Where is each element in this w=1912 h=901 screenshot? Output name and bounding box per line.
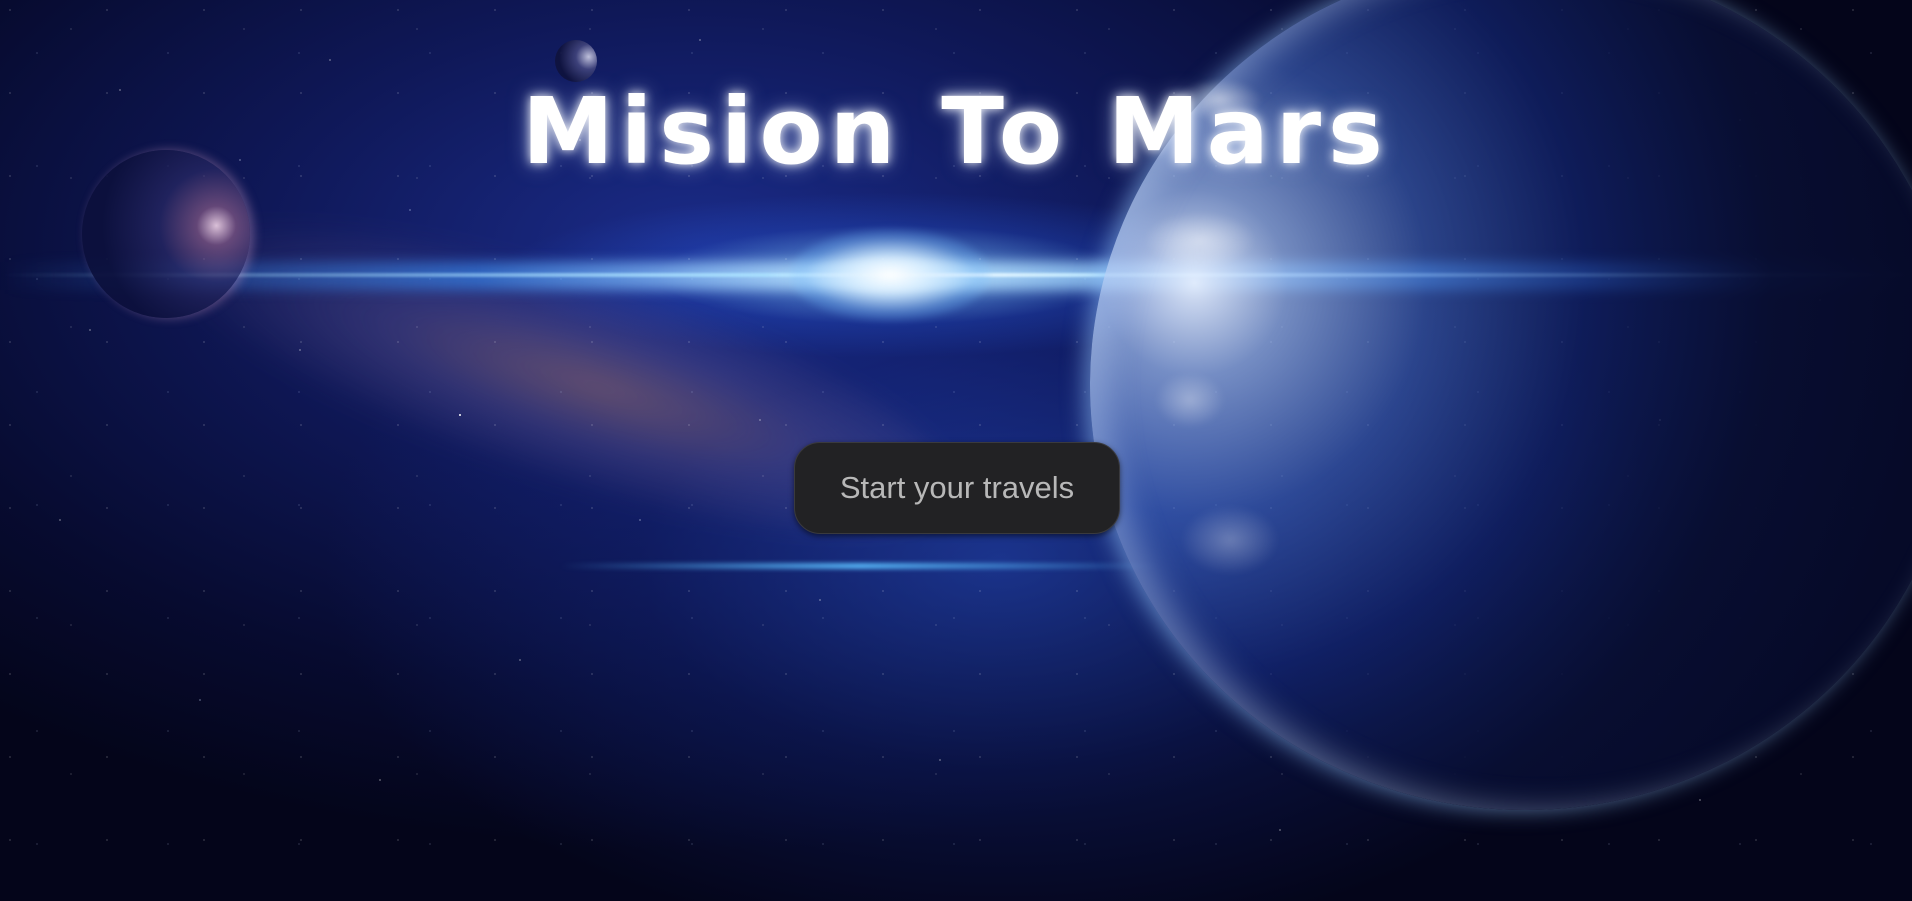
hero-scene: Mision To Mars Start your travels bbox=[0, 0, 1912, 901]
sun-flare bbox=[790, 230, 990, 320]
page-title: Mision To Mars bbox=[522, 78, 1390, 185]
moon bbox=[555, 40, 597, 82]
start-travels-button[interactable]: Start your travels bbox=[794, 442, 1120, 534]
